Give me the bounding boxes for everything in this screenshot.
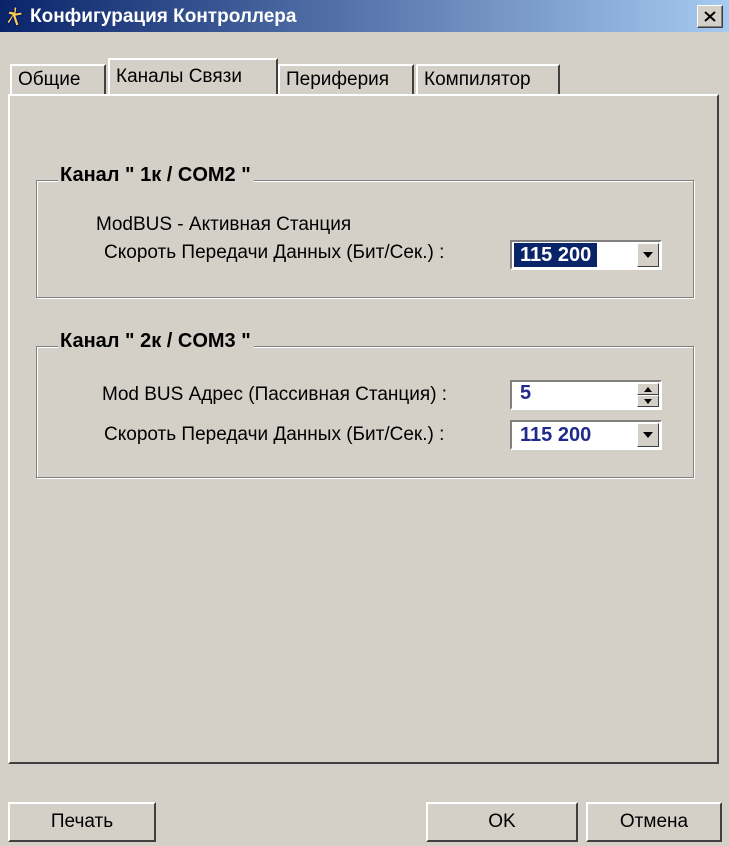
tab-label: Периферия <box>286 69 390 90</box>
channel2-group <box>36 346 694 478</box>
tab-label: Каналы Связи <box>116 66 242 87</box>
tab-label: Компилятор <box>424 69 531 90</box>
channel2-speed-label: Скороть Передачи Данных (Бит/Сек.) : <box>104 424 445 445</box>
tab-compiler[interactable]: Компилятор <box>416 64 560 94</box>
channel2-address-label: Mod BUS Адрес (Пассивная Станция) : <box>102 384 448 405</box>
close-button[interactable] <box>697 5 723 28</box>
tab-peripherals[interactable]: Периферия <box>278 64 414 94</box>
window-title: Конфигурация Контроллера <box>30 6 297 27</box>
title-bar: Конфигурация Контроллера <box>0 0 729 32</box>
channel1-title: Канал " 1к / COM2 " <box>58 164 254 187</box>
channel2-speed-value: 115 200 <box>520 424 592 446</box>
ok-button-label: OK <box>488 811 516 832</box>
channel1-group <box>36 180 694 298</box>
chevron-down-icon <box>643 252 653 258</box>
channel2-title: Канал " 2к / COM3 " <box>58 330 254 353</box>
chevron-down-icon <box>643 432 653 438</box>
close-icon <box>704 11 716 22</box>
spin-up-button[interactable] <box>637 383 659 395</box>
channel1-mode-label: ModBUS - Активная Станция <box>96 214 352 235</box>
channel1-speed-select[interactable]: 115 200 <box>510 240 662 270</box>
channel1-speed-value: 115 200 <box>514 243 598 267</box>
cancel-button[interactable]: Отмена <box>586 802 722 842</box>
dropdown-button[interactable] <box>637 243 659 267</box>
spin-down-button[interactable] <box>637 395 659 407</box>
tab-general[interactable]: Общие <box>10 64 106 94</box>
channel1-speed-label: Скороть Передачи Данных (Бит/Сек.) : <box>104 242 445 263</box>
print-button[interactable]: Печать <box>8 802 156 842</box>
arrow-down-icon <box>644 398 652 404</box>
tab-communication-channels[interactable]: Каналы Связи <box>108 58 278 94</box>
app-icon <box>6 6 23 27</box>
dropdown-button[interactable] <box>637 423 659 447</box>
channel2-speed-select[interactable]: 115 200 <box>510 420 662 450</box>
arrow-up-icon <box>644 386 652 392</box>
channel2-address-spinner[interactable]: 5 <box>510 380 662 410</box>
channel2-address-value: 5 <box>520 382 532 404</box>
tab-label: Общие <box>18 69 81 90</box>
cancel-button-label: Отмена <box>619 811 689 832</box>
print-button-label: Печать <box>50 811 114 832</box>
ok-button[interactable]: OK <box>426 802 578 842</box>
